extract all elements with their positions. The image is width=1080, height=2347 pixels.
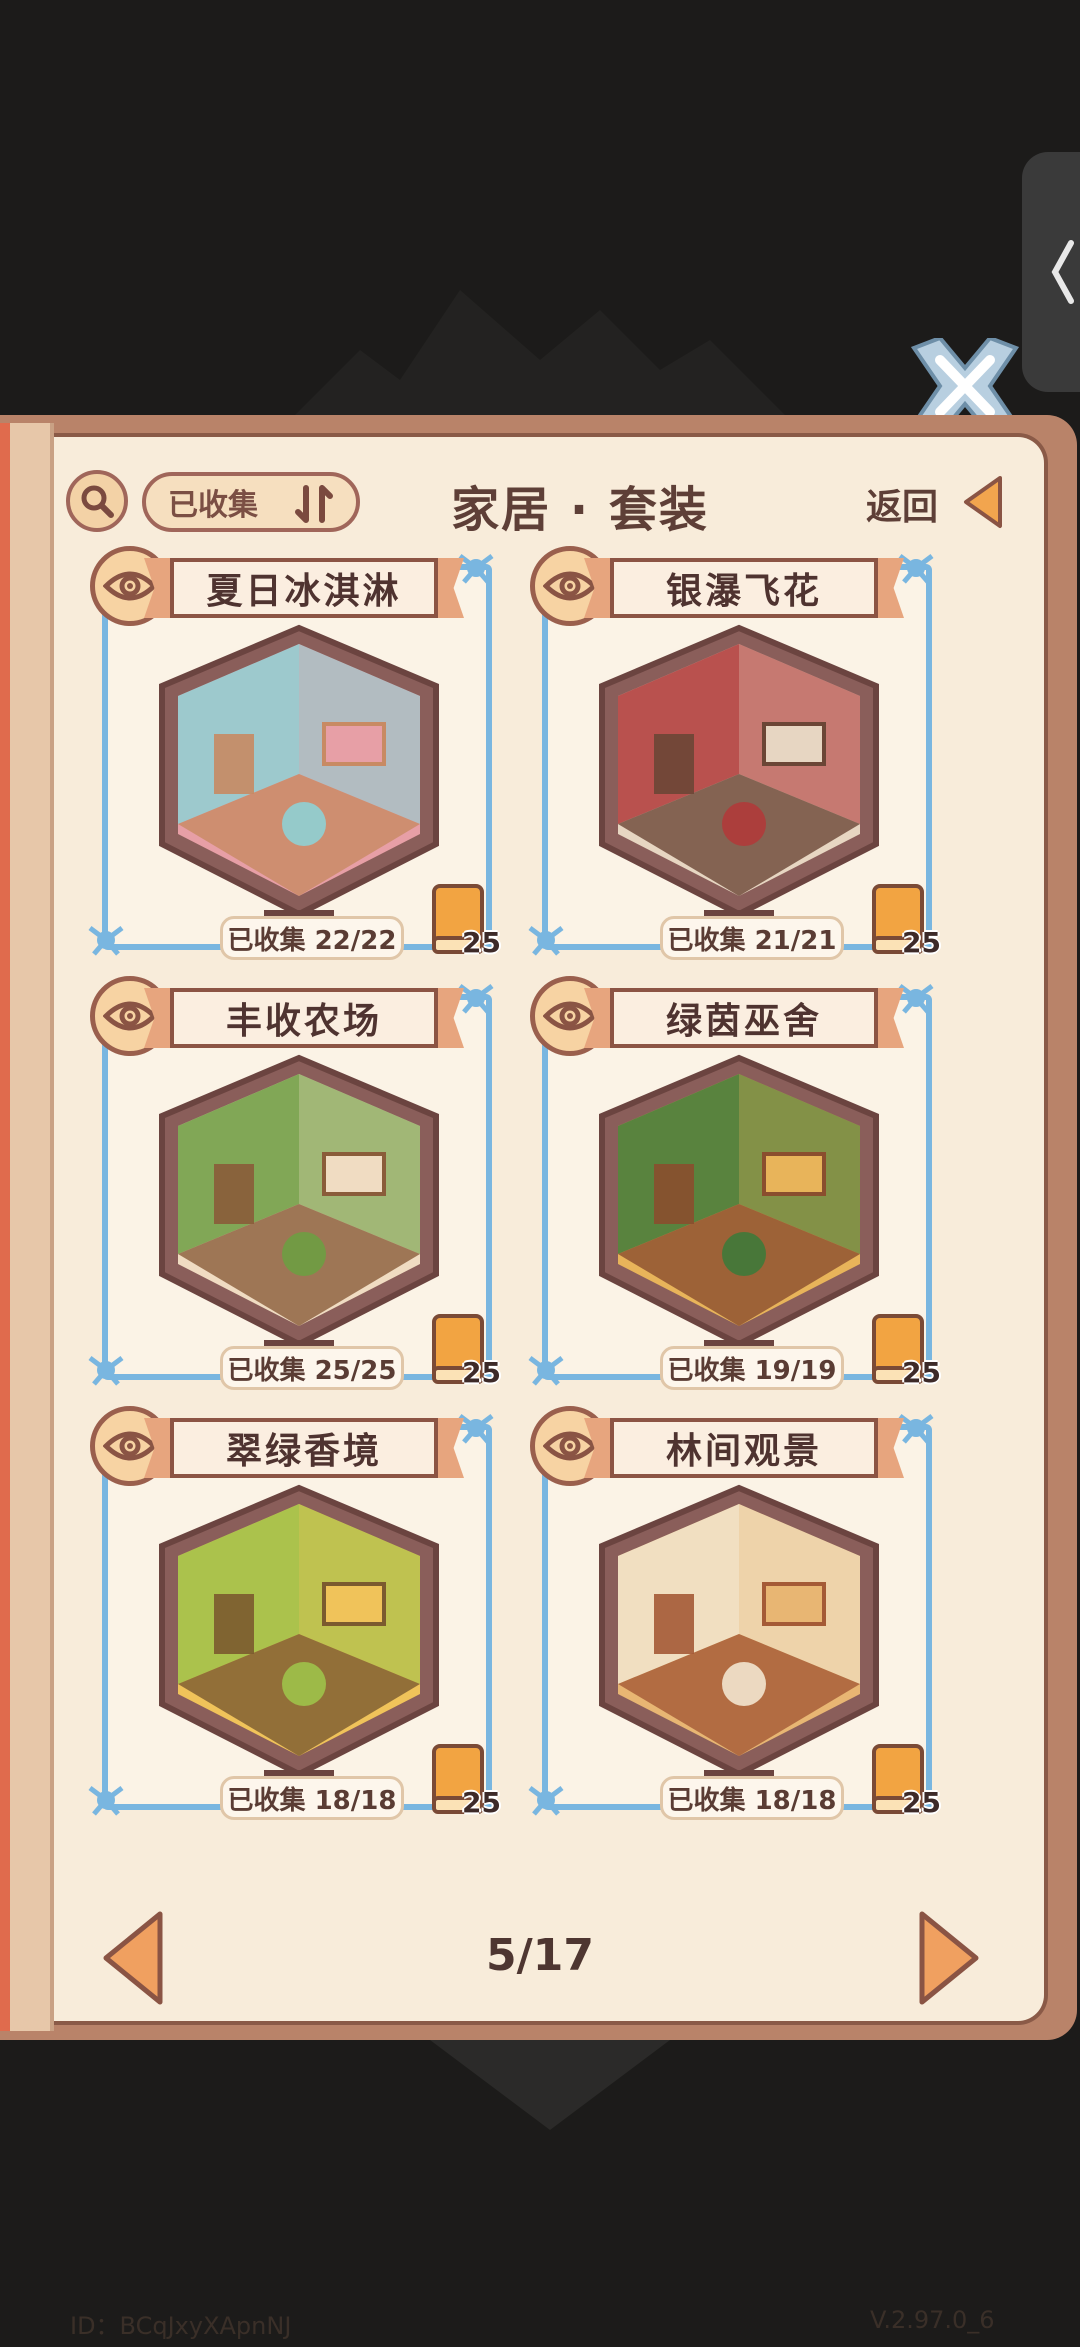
book-count: 25: [462, 1356, 501, 1389]
suit-name-banner: 丰收农场: [170, 988, 438, 1048]
collected-count: 已收集 19/19: [660, 1346, 844, 1390]
ribbon-knot-icon: [898, 554, 934, 584]
version-label: V.2.97.0_6: [870, 2306, 995, 2334]
ribbon-knot-icon: [88, 926, 124, 956]
back-arrow-icon[interactable]: [960, 474, 1006, 530]
ribbon-knot-icon: [528, 1786, 564, 1816]
collected-count: 已收集 21/21: [660, 916, 844, 960]
room-preview-image: [159, 1054, 439, 1354]
ribbon-knot-icon: [458, 1414, 494, 1444]
ribbon-knot-icon: [88, 1356, 124, 1386]
back-button[interactable]: 返回: [866, 478, 938, 530]
suit-name-banner: 翠绿香境: [170, 1418, 438, 1478]
collected-count: 已收集 18/18: [660, 1776, 844, 1820]
search-button[interactable]: [66, 470, 128, 532]
previous-page-button[interactable]: [98, 1908, 168, 2008]
search-icon: [81, 485, 114, 518]
book-count: 25: [462, 926, 501, 959]
book-count: 25: [462, 1786, 501, 1819]
page-title: 家居 · 套装: [451, 482, 709, 538]
collected-count: 已收集 18/18: [220, 1776, 404, 1820]
room-preview-image: [599, 624, 879, 924]
room-preview-image: [599, 1054, 879, 1354]
suit-name-banner: 银瀑飞花: [610, 558, 878, 618]
room-preview-image: [599, 1484, 879, 1784]
suit-card[interactable]: 绿茵巫舍 已收集 19/19 25: [528, 976, 941, 1390]
suit-name-banner: 林间观景: [610, 1418, 878, 1478]
filter-label: 已收集: [168, 488, 258, 523]
room-preview-image: [159, 624, 439, 924]
suit-name: 银瀑飞花: [665, 571, 822, 612]
suit-card[interactable]: 夏日冰淇淋 已收集 22/22 25: [88, 546, 501, 960]
player-id: ID：BCqJxyXApnNJ: [70, 2312, 292, 2340]
book-count: 25: [902, 926, 941, 959]
ribbon-knot-icon: [898, 1414, 934, 1444]
room-preview-image: [159, 1484, 439, 1784]
ribbon-knot-icon: [528, 1356, 564, 1386]
suit-name: 夏日冰淇淋: [206, 571, 402, 612]
ribbon-knot-icon: [458, 984, 494, 1014]
next-page-button[interactable]: [914, 1908, 984, 2008]
ribbon-knot-icon: [88, 1786, 124, 1816]
side-drawer-handle[interactable]: [1022, 152, 1080, 392]
book-count: 25: [902, 1356, 941, 1389]
collected-count: 已收集 22/22: [220, 916, 404, 960]
collected-count: 已收集 25/25: [220, 1346, 404, 1390]
suit-card[interactable]: 丰收农场 已收集 25/25 25: [88, 976, 501, 1390]
ribbon-knot-icon: [528, 926, 564, 956]
suit-card[interactable]: 翠绿香境 已收集 18/18 25: [88, 1406, 501, 1820]
suit-name: 林间观景: [665, 1431, 822, 1472]
sort-icon: [295, 485, 333, 523]
suit-name: 翠绿香境: [225, 1431, 382, 1472]
background-tree-silhouette: [280, 290, 800, 430]
suit-name: 绿茵巫舍: [665, 1001, 822, 1042]
suit-card[interactable]: 林间观景 已收集 18/18 25: [528, 1406, 941, 1820]
suit-name-banner: 绿茵巫舍: [610, 988, 878, 1048]
ribbon-knot-icon: [458, 554, 494, 584]
suit-card[interactable]: 银瀑飞花 已收集 21/21 25: [528, 546, 941, 960]
suit-name: 丰收农场: [225, 1001, 382, 1042]
page-indicator: 5/17: [486, 1930, 594, 1981]
ribbon-knot-icon: [898, 984, 934, 1014]
chevron-left-icon: [1051, 240, 1074, 304]
suit-name-banner: 夏日冰淇淋: [170, 558, 438, 618]
background-diamond-shape: [430, 2040, 670, 2130]
collected-sort-filter[interactable]: 已收集: [142, 472, 360, 532]
book-spine-stripe: [0, 423, 10, 2031]
book-count: 25: [902, 1786, 941, 1819]
